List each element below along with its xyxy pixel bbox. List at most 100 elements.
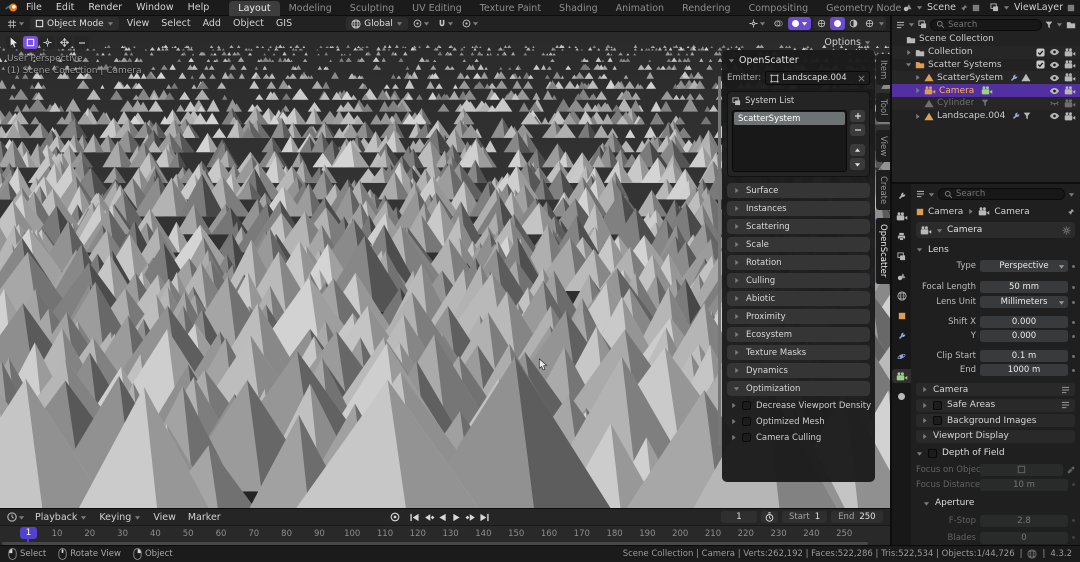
menu-edit[interactable]: Edit <box>49 2 81 13</box>
chevron-down-icon[interactable] <box>878 20 885 27</box>
openscatter-section-proximity[interactable]: Proximity <box>727 309 870 324</box>
eye-icon[interactable] <box>1049 48 1060 56</box>
openscatter-section-instances[interactable]: Instances <box>727 201 870 216</box>
workspace-tab-sculpting[interactable]: Sculpting <box>341 1 403 16</box>
aperture-section-header[interactable]: Aperture <box>923 497 1075 510</box>
3d-viewport[interactable]: User Perspective (1) Scene Collection | … <box>0 32 890 508</box>
gear-icon[interactable] <box>1062 225 1071 235</box>
decorator-dot[interactable] <box>1072 320 1075 324</box>
decorator-dot[interactable] <box>1072 264 1075 268</box>
decorator-dot[interactable] <box>1072 368 1075 372</box>
outliner-search-input[interactable] <box>948 19 1036 30</box>
filter-icon[interactable] <box>1045 21 1053 29</box>
timeline-menu-marker[interactable]: Marker <box>182 512 227 523</box>
add-system-button[interactable] <box>850 110 865 122</box>
workspace-tab-uv-editing[interactable]: UV Editing <box>403 1 471 16</box>
camera-datablock-field[interactable]: Camera <box>916 222 1075 238</box>
viewport-menu-select[interactable]: Select <box>155 18 196 29</box>
timeline-menu-view[interactable]: View <box>147 512 182 523</box>
tab-modifiers[interactable] <box>892 329 911 343</box>
display-mode-icon[interactable] <box>918 20 927 29</box>
tab-object-data[interactable] <box>892 369 911 383</box>
menu-help[interactable]: Help <box>181 2 217 13</box>
new-scene-icon[interactable] <box>972 4 980 12</box>
properties-search-input[interactable] <box>956 189 1059 199</box>
eye-closed-icon[interactable] <box>1049 99 1060 107</box>
eye-icon[interactable] <box>1049 87 1060 95</box>
mode-dropdown[interactable]: Object Mode <box>30 17 119 30</box>
shading-rendered-button[interactable] <box>862 17 877 30</box>
shading-material-button[interactable] <box>846 17 861 30</box>
tab-physics[interactable] <box>892 349 911 363</box>
auto-keying-button[interactable] <box>388 511 401 523</box>
eye-icon[interactable] <box>1049 112 1060 120</box>
breadcrumb-data[interactable]: Camera <box>994 207 1029 217</box>
openscatter-option-camera-culling[interactable]: Camera Culling <box>730 431 870 444</box>
xray-toggle[interactable] <box>788 17 811 30</box>
outliner-row-collection[interactable]: Collection <box>892 45 1080 59</box>
system-list-item-scattersystem[interactable]: ScatterSystem <box>734 112 845 125</box>
tab-scene[interactable] <box>892 269 911 283</box>
checkbox-decrease-viewport-density[interactable] <box>742 401 751 410</box>
openscatter-section-ecosystem[interactable]: Ecosystem <box>727 327 870 342</box>
chevron-down-icon[interactable] <box>908 21 915 28</box>
camera-icon[interactable] <box>1064 73 1076 82</box>
openscatter-option-decrease-viewport-density[interactable]: Decrease Viewport Density <box>730 399 871 412</box>
field-shift-x[interactable]: 0.000 <box>980 316 1068 328</box>
openscatter-section-optimization[interactable]: Optimization <box>727 381 870 396</box>
pin-icon[interactable] <box>1067 208 1075 216</box>
outliner-row-scattersystem[interactable]: ScatterSystem <box>892 71 1080 85</box>
shading-wireframe-button[interactable] <box>814 17 829 30</box>
show-overlays-toggle[interactable] <box>771 17 786 30</box>
workspace-tab-modeling[interactable]: Modeling <box>280 1 341 16</box>
focus-distance-field[interactable]: 10 m <box>980 478 1068 491</box>
scene-selector[interactable]: Scene <box>927 2 956 13</box>
show-gizmos-dropdown[interactable] <box>746 17 769 30</box>
field-y[interactable]: 0.000 <box>980 330 1068 342</box>
tab-material[interactable] <box>892 389 911 403</box>
remove-system-button[interactable] <box>850 124 865 136</box>
camera-icon[interactable] <box>1064 111 1076 121</box>
properties-search[interactable] <box>938 188 1065 200</box>
field-lens-unit[interactable]: Millimeters <box>980 296 1068 308</box>
checkbox-icon[interactable] <box>1036 60 1045 70</box>
decorator-dot[interactable] <box>1072 334 1075 338</box>
checkbox-camera-culling[interactable] <box>742 433 751 442</box>
prop-section-viewport-display[interactable]: Viewport Display <box>916 429 1075 443</box>
openscatter-panel-header[interactable]: OpenScatter <box>727 53 870 71</box>
panel-scrollbar[interactable] <box>718 76 721 446</box>
outliner-row-cylinder[interactable]: Cylinder <box>892 96 1080 110</box>
measure-tool-button[interactable] <box>74 36 89 49</box>
preview-range-button[interactable] <box>761 511 778 523</box>
lens-section-header[interactable]: Lens <box>916 243 1075 256</box>
camera-icon[interactable] <box>1064 86 1076 95</box>
workspace-tab-layout[interactable]: Layout <box>229 0 280 16</box>
checkbox-background-images[interactable] <box>933 416 942 425</box>
tab-view-layer[interactable] <box>892 249 911 263</box>
checkbox-safe-areas[interactable] <box>933 400 942 410</box>
outliner-editor-icon[interactable] <box>896 21 905 29</box>
field-focal-length[interactable]: 50 mm <box>980 281 1068 293</box>
decorator-dot[interactable] <box>1072 300 1075 304</box>
play-reverse-button[interactable] <box>436 511 449 523</box>
viewlayer-selector[interactable]: ViewLayer <box>1014 2 1063 13</box>
openscatter-section-scattering[interactable]: Scattering <box>727 219 870 234</box>
frame-start-field[interactable]: Start 1 <box>782 511 828 523</box>
openscatter-section-scale[interactable]: Scale <box>727 237 870 252</box>
timeline-menu-playback[interactable]: Playback <box>29 512 93 523</box>
workspace-tab-geometry-nodes[interactable]: Geometry Nodes <box>817 1 902 16</box>
jump-to-end-button[interactable] <box>478 511 491 523</box>
openscatter-section-abiotic[interactable]: Abiotic <box>727 291 870 306</box>
decorator-dot[interactable] <box>1072 354 1075 358</box>
sidebar-tab-create[interactable]: Create <box>876 170 890 211</box>
outliner-row-scatter-systems[interactable]: Scatter Systems <box>892 59 1080 72</box>
prop-section-background-images[interactable]: Background Images <box>916 414 1075 427</box>
openscatter-section-surface[interactable]: Surface <box>727 183 870 198</box>
timeline-menu-keying[interactable]: Keying <box>93 512 147 523</box>
current-frame-field[interactable]: 1 <box>721 511 757 523</box>
timeline-ruler[interactable]: 10 20 30 40 50 60 70 80 90 100 110 120 130 140 150 160 1… <box>0 525 890 546</box>
frame-end-field[interactable]: End 250 <box>831 511 883 523</box>
sidebar-tab-tool[interactable]: Tool <box>876 93 890 122</box>
close-icon[interactable] <box>858 75 865 82</box>
tab-render[interactable] <box>892 209 911 223</box>
